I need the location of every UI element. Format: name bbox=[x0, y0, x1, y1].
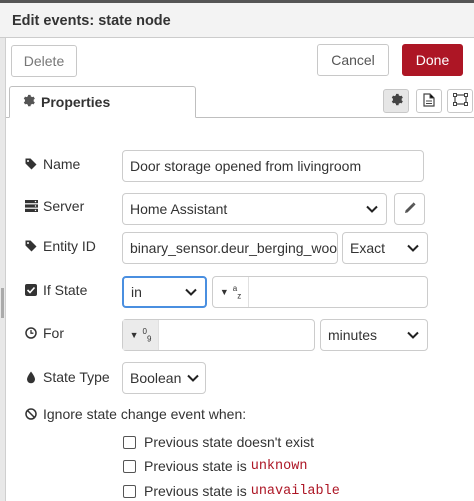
edit-server-button[interactable] bbox=[394, 193, 425, 225]
ignore-option-unavailable[interactable]: Previous state is unavailable bbox=[123, 483, 340, 499]
ignore-label-text: Ignore state change event when: bbox=[43, 406, 247, 422]
state-type-select[interactable]: Boolean bbox=[122, 362, 206, 394]
if-state-label: If State bbox=[24, 282, 87, 298]
tab-properties[interactable]: Properties bbox=[9, 86, 196, 118]
resize-handle[interactable] bbox=[1, 288, 4, 318]
ignore-option-text: Previous state doesn't exist bbox=[144, 434, 314, 450]
chevron-down-icon bbox=[407, 328, 419, 342]
string-type-icon: az bbox=[232, 283, 242, 301]
ignore-option-text: Previous state is bbox=[144, 483, 247, 499]
chevron-down-icon bbox=[407, 241, 419, 255]
dialog-title-bar: Edit events: state node bbox=[0, 0, 474, 38]
checkbox[interactable] bbox=[123, 435, 136, 449]
if-state-operator-select[interactable]: in bbox=[122, 276, 207, 308]
description-icon bbox=[423, 92, 435, 110]
entity-id-label-text: Entity ID bbox=[43, 238, 96, 254]
chevron-down-icon bbox=[187, 371, 200, 385]
server-select-value: Home Assistant bbox=[130, 201, 228, 217]
tag-icon bbox=[24, 158, 38, 170]
ignore-option-code: unavailable bbox=[250, 483, 340, 499]
description-button[interactable] bbox=[416, 89, 442, 113]
entity-match-value: Exact bbox=[350, 240, 386, 256]
server-label-text: Server bbox=[43, 198, 85, 214]
if-state-label-text: If State bbox=[43, 282, 88, 298]
ignore-label: Ignore state change event when: bbox=[24, 406, 246, 422]
delete-button[interactable]: Delete bbox=[11, 45, 77, 77]
ignore-option-no-previous[interactable]: Previous state doesn't exist bbox=[123, 434, 314, 450]
tab-properties-label: Properties bbox=[41, 94, 111, 110]
checkbox[interactable] bbox=[123, 484, 136, 498]
entity-id-input[interactable]: binary_sensor.deur_berging_woonk bbox=[122, 232, 338, 264]
caret-down-icon: ▼ bbox=[129, 330, 139, 340]
ban-icon bbox=[24, 408, 38, 420]
if-state-value-typedinput[interactable]: ▼ az bbox=[212, 276, 428, 308]
dialog-title: Edit events: state node bbox=[12, 13, 171, 29]
chevron-down-icon bbox=[366, 202, 378, 216]
appearance-icon bbox=[452, 93, 468, 109]
if-state-operator-value: in bbox=[131, 284, 142, 300]
entity-match-select[interactable]: Exact bbox=[342, 232, 428, 264]
clock-icon bbox=[24, 327, 38, 339]
caret-down-icon: ▼ bbox=[219, 287, 229, 297]
chevron-down-icon bbox=[185, 285, 197, 299]
for-value-typedinput[interactable]: ▼ 09 bbox=[122, 319, 315, 351]
for-label: For bbox=[24, 325, 64, 341]
server-select[interactable]: Home Assistant bbox=[122, 193, 387, 225]
name-input[interactable]: Door storage opened from livingroom bbox=[122, 150, 424, 182]
server-label: Server bbox=[24, 198, 84, 214]
checkbox-checked-icon bbox=[24, 284, 38, 296]
name-label-text: Name bbox=[43, 156, 81, 172]
for-unit-value: minutes bbox=[328, 327, 378, 343]
name-label: Name bbox=[24, 156, 80, 172]
state-type-value: Boolean bbox=[130, 370, 182, 386]
state-type-label: State Type bbox=[24, 369, 110, 385]
checkbox[interactable] bbox=[123, 459, 136, 473]
ignore-option-code: unknown bbox=[250, 458, 308, 474]
properties-gear-button[interactable] bbox=[383, 89, 409, 113]
for-label-text: For bbox=[43, 325, 64, 341]
ignore-option-text: Previous state is bbox=[144, 458, 247, 474]
tag-icon bbox=[24, 240, 38, 252]
gear-icon bbox=[22, 94, 35, 110]
state-type-label-text: State Type bbox=[43, 369, 110, 385]
number-type-icon: 09 bbox=[142, 326, 152, 344]
gear-icon bbox=[390, 93, 403, 109]
drop-icon bbox=[24, 371, 38, 384]
done-button[interactable]: Done bbox=[402, 44, 463, 76]
if-state-type-selector[interactable]: ▼ az bbox=[213, 277, 249, 307]
for-type-selector[interactable]: ▼ 09 bbox=[123, 320, 159, 350]
appearance-button[interactable] bbox=[447, 89, 473, 113]
ignore-option-unknown[interactable]: Previous state is unknown bbox=[123, 458, 307, 474]
for-unit-select[interactable]: minutes bbox=[320, 319, 428, 351]
entity-id-label: Entity ID bbox=[24, 238, 96, 254]
server-icon bbox=[24, 200, 38, 212]
pencil-icon bbox=[404, 201, 416, 217]
cancel-button[interactable]: Cancel bbox=[317, 44, 389, 76]
